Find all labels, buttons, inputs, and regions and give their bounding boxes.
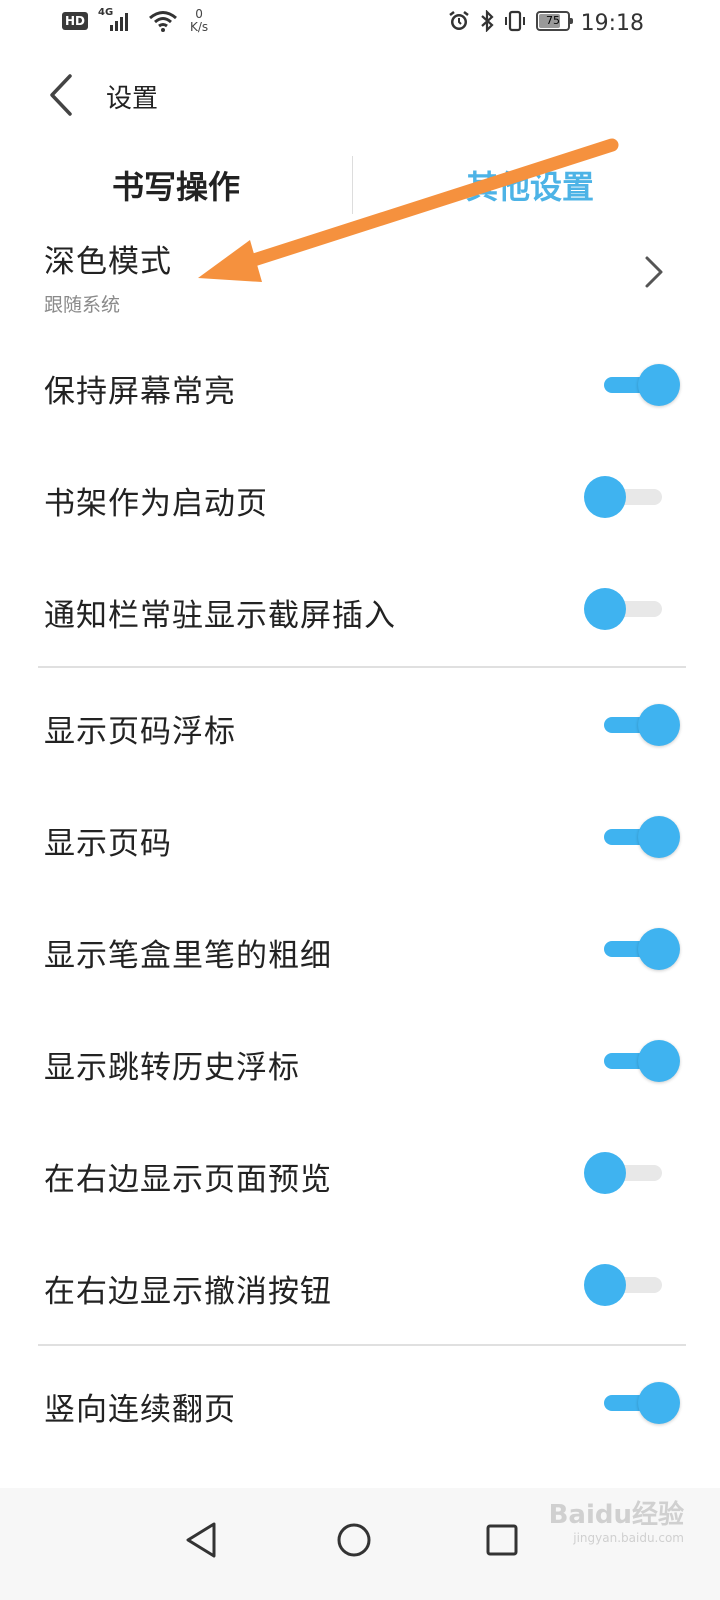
speed-unit: K/s [190, 20, 209, 34]
setting-label: 竖向连续翻页 [44, 1392, 236, 1428]
battery-icon: 75 [536, 11, 573, 31]
setting-row-bookshelf-start-page[interactable]: 书架作为启动页 [0, 442, 720, 554]
setting-row-page-number[interactable]: 显示页码 [0, 782, 720, 894]
bluetooth-icon [481, 10, 494, 32]
setting-row-right-undo-button[interactable]: 在右边显示撤消按钮 [0, 1230, 720, 1342]
setting-label: 显示笔盒里笔的粗细 [44, 938, 332, 974]
back-button[interactable] [40, 70, 84, 120]
dark-mode-row[interactable]: 深色模式 跟随系统 [0, 228, 720, 328]
setting-label: 通知栏常驻显示截屏插入 [44, 598, 396, 634]
setting-label: 保持屏幕常亮 [44, 374, 236, 410]
tab-writing-operations[interactable]: 书写操作 [0, 150, 352, 220]
toggle-switch[interactable] [584, 924, 684, 974]
watermark-text: Baidu经验 [548, 1500, 684, 1530]
toggle-switch[interactable] [584, 812, 684, 862]
dark-mode-label: 深色模式 [44, 244, 172, 280]
chevron-left-icon [50, 74, 72, 116]
tab-divider [352, 156, 353, 214]
alarm-icon [449, 11, 469, 30]
home-circle-icon [337, 1523, 371, 1557]
setting-label: 书架作为启动页 [44, 486, 268, 522]
setting-row-right-page-preview[interactable]: 在右边显示页面预览 [0, 1118, 720, 1230]
toggle-switch[interactable] [584, 700, 684, 750]
section-divider [38, 666, 686, 668]
setting-label: 显示页码 [44, 826, 172, 862]
toggle-switch[interactable] [584, 472, 684, 522]
setting-label: 显示页码浮标 [44, 714, 236, 750]
toggle-switch[interactable] [584, 1378, 684, 1428]
section-divider [38, 1344, 686, 1346]
signal-icon: 4G [98, 7, 138, 33]
watermark-domain: jingyan.baidu.com [573, 1531, 684, 1545]
toggle-switch[interactable] [584, 360, 684, 410]
toggle-switch[interactable] [584, 1260, 684, 1310]
setting-row-page-number-float[interactable]: 显示页码浮标 [0, 670, 720, 782]
setting-label: 在右边显示撤消按钮 [44, 1274, 332, 1310]
app-bar: 设置 [0, 60, 720, 130]
recents-square-icon [486, 1524, 518, 1556]
status-bar: HD 4G 0 K/s 75 19:18 [0, 0, 720, 50]
battery-level: 75 [546, 14, 560, 27]
wifi-icon [149, 11, 177, 32]
network-speed: 0 K/s [190, 8, 208, 34]
nav-home-button[interactable] [324, 1510, 384, 1570]
setting-label: 在右边显示页面预览 [44, 1162, 332, 1198]
toggle-switch[interactable] [584, 584, 684, 634]
setting-row-vertical-continuous-paging[interactable]: 竖向连续翻页 [0, 1348, 720, 1460]
setting-row-notification-screenshot[interactable]: 通知栏常驻显示截屏插入 [0, 554, 720, 666]
baidu-watermark: Baidu经验 jingyan.baidu.com [549, 1494, 684, 1545]
setting-label: 显示跳转历史浮标 [44, 1050, 300, 1086]
tab-bar: 书写操作 其他设置 [0, 150, 720, 220]
vibrate-icon [505, 10, 525, 32]
nav-back-button[interactable] [172, 1510, 232, 1570]
setting-row-jump-history-float[interactable]: 显示跳转历史浮标 [0, 1006, 720, 1118]
dark-mode-value: 跟随系统 [44, 294, 121, 316]
setting-row-keep-screen-on[interactable]: 保持屏幕常亮 [0, 330, 720, 442]
toggle-switch[interactable] [584, 1036, 684, 1086]
page-title: 设置 [106, 84, 159, 114]
nav-recents-button[interactable] [472, 1510, 532, 1570]
clock: 19:18 [580, 11, 644, 36]
hd-badge: HD [62, 12, 89, 30]
back-triangle-icon [186, 1522, 216, 1558]
speed-value: 0 [195, 7, 203, 21]
chevron-right-icon [645, 256, 663, 288]
tab-other-settings[interactable]: 其他设置 [354, 150, 706, 220]
toggle-switch[interactable] [584, 1148, 684, 1198]
setting-row-pen-thickness[interactable]: 显示笔盒里笔的粗细 [0, 894, 720, 1006]
